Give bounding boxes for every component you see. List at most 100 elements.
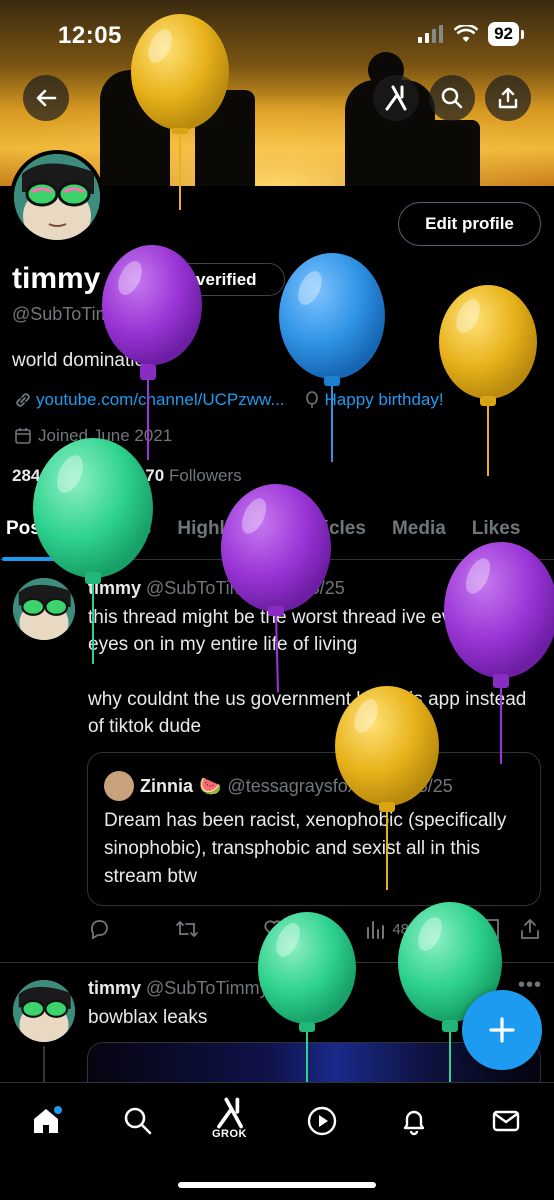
verified-badge-icon [136, 270, 154, 289]
post-date: · 1/15/25 [273, 578, 345, 598]
views-button[interactable]: 481 [364, 918, 417, 940]
tab-highlights[interactable]: Highlights [177, 510, 270, 559]
nav-messages[interactable] [486, 1101, 526, 1141]
post-actions: 9 481 [88, 914, 540, 944]
profile-bio: world domination [12, 350, 156, 371]
quote-author-handle: @tessagraysfoxes [227, 775, 376, 796]
website-link[interactable]: youtube.com/channel/UCPzww... [36, 390, 285, 410]
get-verified-button[interactable]: Get verified [116, 263, 285, 296]
active-tab-indicator [2, 557, 70, 561]
joined-date: Joined June 2021 [14, 426, 172, 446]
grok-nav-label: GROK [212, 1128, 247, 1140]
compose-post-button[interactable] [462, 990, 542, 1070]
avatar-image [14, 154, 100, 240]
quoted-post[interactable]: Zinnia 🍉 @tessagraysfoxes · 1/15/25 Drea… [87, 752, 541, 906]
share-icon[interactable] [520, 918, 540, 940]
post-avatar[interactable] [13, 980, 75, 1042]
post-text: why couldnt the us government ban this a… [88, 689, 527, 737]
quote-date: · 1/15/25 [381, 775, 453, 796]
nav-home[interactable] [26, 1101, 66, 1141]
post-date: · 1/12/25 [273, 978, 345, 998]
plus-icon [489, 1017, 515, 1043]
grok-button[interactable] [373, 75, 419, 121]
post-author-handle: @SubToTimmy [146, 978, 269, 998]
like-button[interactable]: 9 [263, 918, 300, 940]
post-more-icon[interactable]: ••• [518, 574, 542, 597]
share-icon [498, 87, 518, 109]
profile-name: timmy [12, 262, 101, 295]
quote-author-name: Zinnia [140, 775, 193, 796]
nav-grok[interactable] [210, 1093, 250, 1133]
follow-counts: 284 Following 170 Followers [12, 466, 242, 486]
back-arrow-icon [36, 89, 57, 107]
battery-indicator: 92 [488, 22, 519, 46]
repost-button[interactable] [175, 918, 199, 940]
followers-link[interactable]: 170 Followers [136, 466, 242, 485]
calendar-icon [15, 428, 31, 444]
view-count: 481 [392, 920, 418, 938]
search-icon [124, 1107, 152, 1135]
wifi-icon [454, 25, 479, 42]
repost-icon [175, 920, 198, 938]
birthday-link[interactable]: Happy birthday! [325, 390, 444, 410]
post-author-name[interactable]: timmy [88, 578, 141, 598]
followers-count: 170 [135, 466, 165, 485]
post-divider [0, 962, 554, 963]
back-button[interactable] [23, 75, 69, 121]
bookmark-icon[interactable] [482, 918, 502, 940]
profile-avatar[interactable] [10, 150, 104, 244]
play-icon [307, 1106, 337, 1136]
balloon-yellow [439, 285, 537, 476]
grok-icon [217, 1097, 243, 1129]
tab-likes[interactable]: Likes [472, 510, 521, 559]
get-verified-label: Get verified [163, 269, 257, 289]
following-label: Following [45, 466, 117, 485]
quote-header: Zinnia 🍉 @tessagraysfoxes · 1/15/25 [104, 771, 453, 801]
quote-emoji: 🍉 [199, 775, 222, 796]
tab-posts[interactable]: Posts [6, 510, 58, 559]
views-icon [367, 921, 385, 939]
following-link[interactable]: 284 Following [12, 466, 117, 485]
avatar-image [13, 980, 75, 1042]
reply-button[interactable] [88, 918, 110, 940]
post-text: this thread might be the worst thread iv… [88, 607, 504, 655]
profile-links: youtube.com/channel/UCPzww... Happy birt… [14, 390, 444, 410]
nav-video[interactable] [302, 1101, 342, 1141]
status-time: 12:05 [58, 22, 122, 49]
post-author-name[interactable]: timmy [88, 978, 141, 998]
home-indicator [178, 1182, 376, 1188]
search-button[interactable] [429, 75, 475, 121]
signal-icon [418, 25, 444, 43]
nav-search[interactable] [118, 1101, 158, 1141]
grok-icon [385, 85, 407, 111]
share-button[interactable] [485, 75, 531, 121]
followers-label: Followers [168, 466, 242, 485]
status-indicators: 92 [418, 22, 524, 46]
tab-articles[interactable]: Articles [296, 510, 366, 559]
tab-media[interactable]: Media [392, 510, 446, 559]
profile-tabs: Posts Replies Highlights Articles Media … [0, 510, 554, 560]
home-icon [34, 1106, 62, 1133]
tab-replies[interactable]: Replies [84, 510, 152, 559]
edit-profile-button[interactable]: Edit profile [398, 202, 541, 246]
like-count: 9 [291, 920, 300, 938]
joined-label: Joined June 2021 [38, 426, 173, 445]
post-author-handle: @SubToTimmy [146, 578, 269, 598]
post-header: timmy @SubToTimmy · 1/15/25 [88, 578, 345, 599]
balloon-icon [305, 391, 318, 408]
post-more-icon[interactable]: ••• [518, 974, 542, 997]
balloon-blue [279, 253, 385, 462]
link-icon [16, 393, 30, 407]
post-avatar[interactable] [13, 578, 75, 640]
search-icon [441, 87, 463, 109]
following-count: 284 [12, 466, 41, 485]
reply-icon [90, 920, 108, 940]
thread-line [43, 1046, 45, 1086]
bell-icon [403, 1110, 425, 1136]
heart-icon [264, 920, 284, 939]
post-header: timmy @SubToTimmy · 1/12/25 [88, 978, 345, 999]
quote-text: Dream has been racist, xenophobic (speci… [104, 810, 507, 887]
post-text: bowblax leaks [88, 1007, 208, 1028]
profile-handle: @SubToTimmy [12, 304, 135, 324]
nav-notifications[interactable] [394, 1101, 434, 1141]
